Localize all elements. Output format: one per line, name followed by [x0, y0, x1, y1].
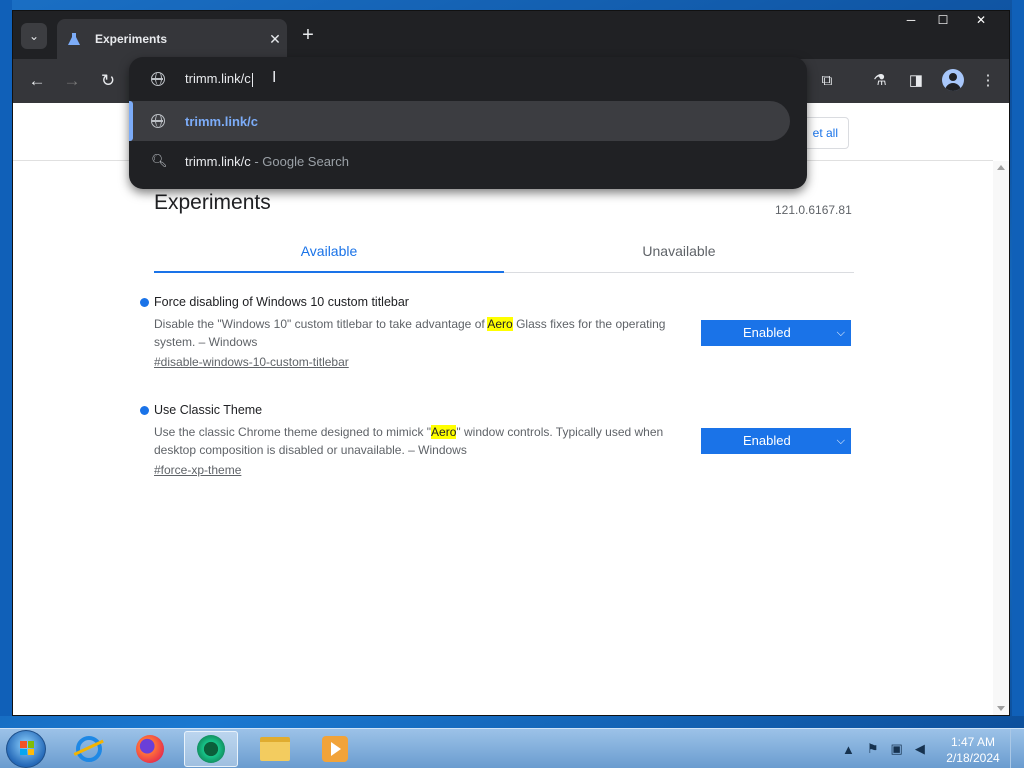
- volume-muted-icon[interactable]: ◀: [915, 741, 925, 757]
- suggestion-url[interactable]: trimm.link/c: [129, 101, 790, 141]
- page-content: et all Experiments 121.0.6167.81 Availab…: [13, 103, 1009, 715]
- tab-unavailable[interactable]: Unavailable: [504, 237, 854, 273]
- search-highlight: Aero: [431, 425, 457, 439]
- taskbar-media-player[interactable]: [308, 731, 362, 767]
- network-icon[interactable]: ▣: [891, 741, 903, 757]
- back-icon[interactable]: ←: [23, 67, 51, 95]
- experiment-name: Use Classic Theme: [140, 403, 860, 417]
- reload-icon[interactable]: ↻: [94, 67, 122, 95]
- folder-icon: [260, 737, 290, 761]
- experiment-state-select[interactable]: Enabled ⌵: [701, 428, 851, 454]
- experiment-link[interactable]: #disable-windows-10-custom-titlebar: [154, 355, 860, 369]
- browser-window: ⌄ Experiments ✕ + ─ ☐ ✕ ← → ↻ ⧉ ⚗ ◨ ⋮ tr…: [12, 10, 1010, 716]
- experiment-description: Use the classic Chrome theme designed to…: [154, 425, 664, 457]
- minimize-button[interactable]: ─: [895, 11, 927, 29]
- windows-logo-icon: [20, 741, 34, 755]
- tab-close-icon[interactable]: ✕: [263, 31, 287, 48]
- experiment-state-select[interactable]: Enabled ⌵: [701, 320, 851, 346]
- tab-title: Experiments: [95, 32, 168, 46]
- omnibox-dropdown: trimm.link/c I trimm.link/c 🔍︎ trimm.lin…: [129, 57, 807, 189]
- experiment-name: Force disabling of Windows 10 custom tit…: [140, 295, 860, 309]
- labs-flask-icon[interactable]: ⚗: [866, 67, 894, 95]
- profile-avatar-icon[interactable]: [942, 69, 964, 91]
- tab-experiments[interactable]: Experiments ✕: [57, 19, 287, 59]
- enabled-dot-icon: [140, 405, 149, 415]
- experiment-item: Force disabling of Windows 10 custom tit…: [140, 295, 860, 369]
- desktop-background: [0, 0, 12, 716]
- globe-icon: [151, 114, 165, 128]
- experiment-item: Use Classic Theme Use the classic Chrome…: [140, 403, 860, 477]
- suggestion-search[interactable]: 🔍︎ trimm.link/c - Google Search: [129, 141, 807, 181]
- extensions-icon[interactable]: ⧉: [813, 67, 841, 95]
- media-player-icon: [322, 736, 348, 762]
- show-hidden-icons-icon[interactable]: ▲: [842, 742, 855, 757]
- address-bar[interactable]: trimm.link/c I: [129, 57, 807, 101]
- text-caret: [251, 72, 253, 87]
- experiment-description: Disable the "Windows 10" custom titlebar…: [154, 317, 666, 349]
- scroll-down-icon[interactable]: [997, 706, 1005, 711]
- taskbar: ▲ ⚑ ▣ ◀ 1:47 AM 2/18/2024: [0, 728, 1024, 768]
- taskbar-explorer[interactable]: [248, 731, 302, 767]
- experiment-tabs: Available Unavailable: [154, 237, 854, 273]
- chevron-down-icon: ⌵: [836, 435, 845, 447]
- desktop-background-right: [1012, 0, 1024, 716]
- search-icon: 🔍︎: [151, 153, 168, 168]
- close-window-button[interactable]: ✕: [959, 11, 1003, 29]
- address-input[interactable]: trimm.link/c: [185, 71, 253, 87]
- chevron-down-icon: ⌵: [836, 327, 845, 339]
- chrome-icon: [197, 735, 225, 763]
- suggestion-search-text: trimm.link/c - Google Search: [185, 153, 349, 169]
- taskbar-chrome[interactable]: [184, 731, 238, 767]
- version-label: 121.0.6167.81: [775, 203, 852, 217]
- scrollbar[interactable]: [993, 161, 1009, 715]
- new-tab-button[interactable]: +: [295, 23, 321, 49]
- forward-icon[interactable]: →: [58, 67, 86, 95]
- taskbar-ie[interactable]: [62, 731, 116, 767]
- ibeam-cursor-icon: I: [272, 69, 277, 86]
- suggestion-url-text: trimm.link/c: [185, 113, 258, 129]
- search-highlight: Aero: [487, 317, 513, 331]
- experiment-link[interactable]: #force-xp-theme: [154, 463, 860, 477]
- tab-available[interactable]: Available: [154, 237, 504, 273]
- tab-search-button[interactable]: ⌄: [21, 23, 47, 49]
- menu-kebab-icon[interactable]: ⋮: [974, 67, 1002, 95]
- internet-explorer-icon: [76, 736, 102, 762]
- page-title: Experiments: [154, 191, 271, 214]
- globe-icon: [151, 72, 165, 86]
- side-panel-icon[interactable]: ◨: [902, 67, 930, 95]
- action-center-flag-icon[interactable]: ⚑: [867, 741, 879, 757]
- flask-icon: [68, 33, 80, 45]
- clock[interactable]: 1:47 AM 2/18/2024: [940, 734, 1006, 766]
- clock-date: 2/18/2024: [946, 751, 1000, 765]
- scroll-up-icon[interactable]: [997, 165, 1005, 170]
- taskbar-firefox[interactable]: [123, 731, 177, 767]
- show-desktop-button[interactable]: [1010, 729, 1024, 768]
- start-button[interactable]: [6, 730, 46, 768]
- firefox-icon: [136, 735, 164, 763]
- enabled-dot-icon: [140, 297, 149, 307]
- window-controls: ─ ☐ ✕: [895, 11, 1003, 29]
- system-tray: ▲ ⚑ ▣ ◀: [842, 729, 937, 768]
- chevron-down-icon: ⌄: [28, 29, 40, 43]
- tab-strip: ⌄ Experiments ✕ + ─ ☐ ✕: [13, 11, 1009, 59]
- maximize-button[interactable]: ☐: [927, 11, 959, 29]
- clock-time: 1:47 AM: [950, 735, 996, 749]
